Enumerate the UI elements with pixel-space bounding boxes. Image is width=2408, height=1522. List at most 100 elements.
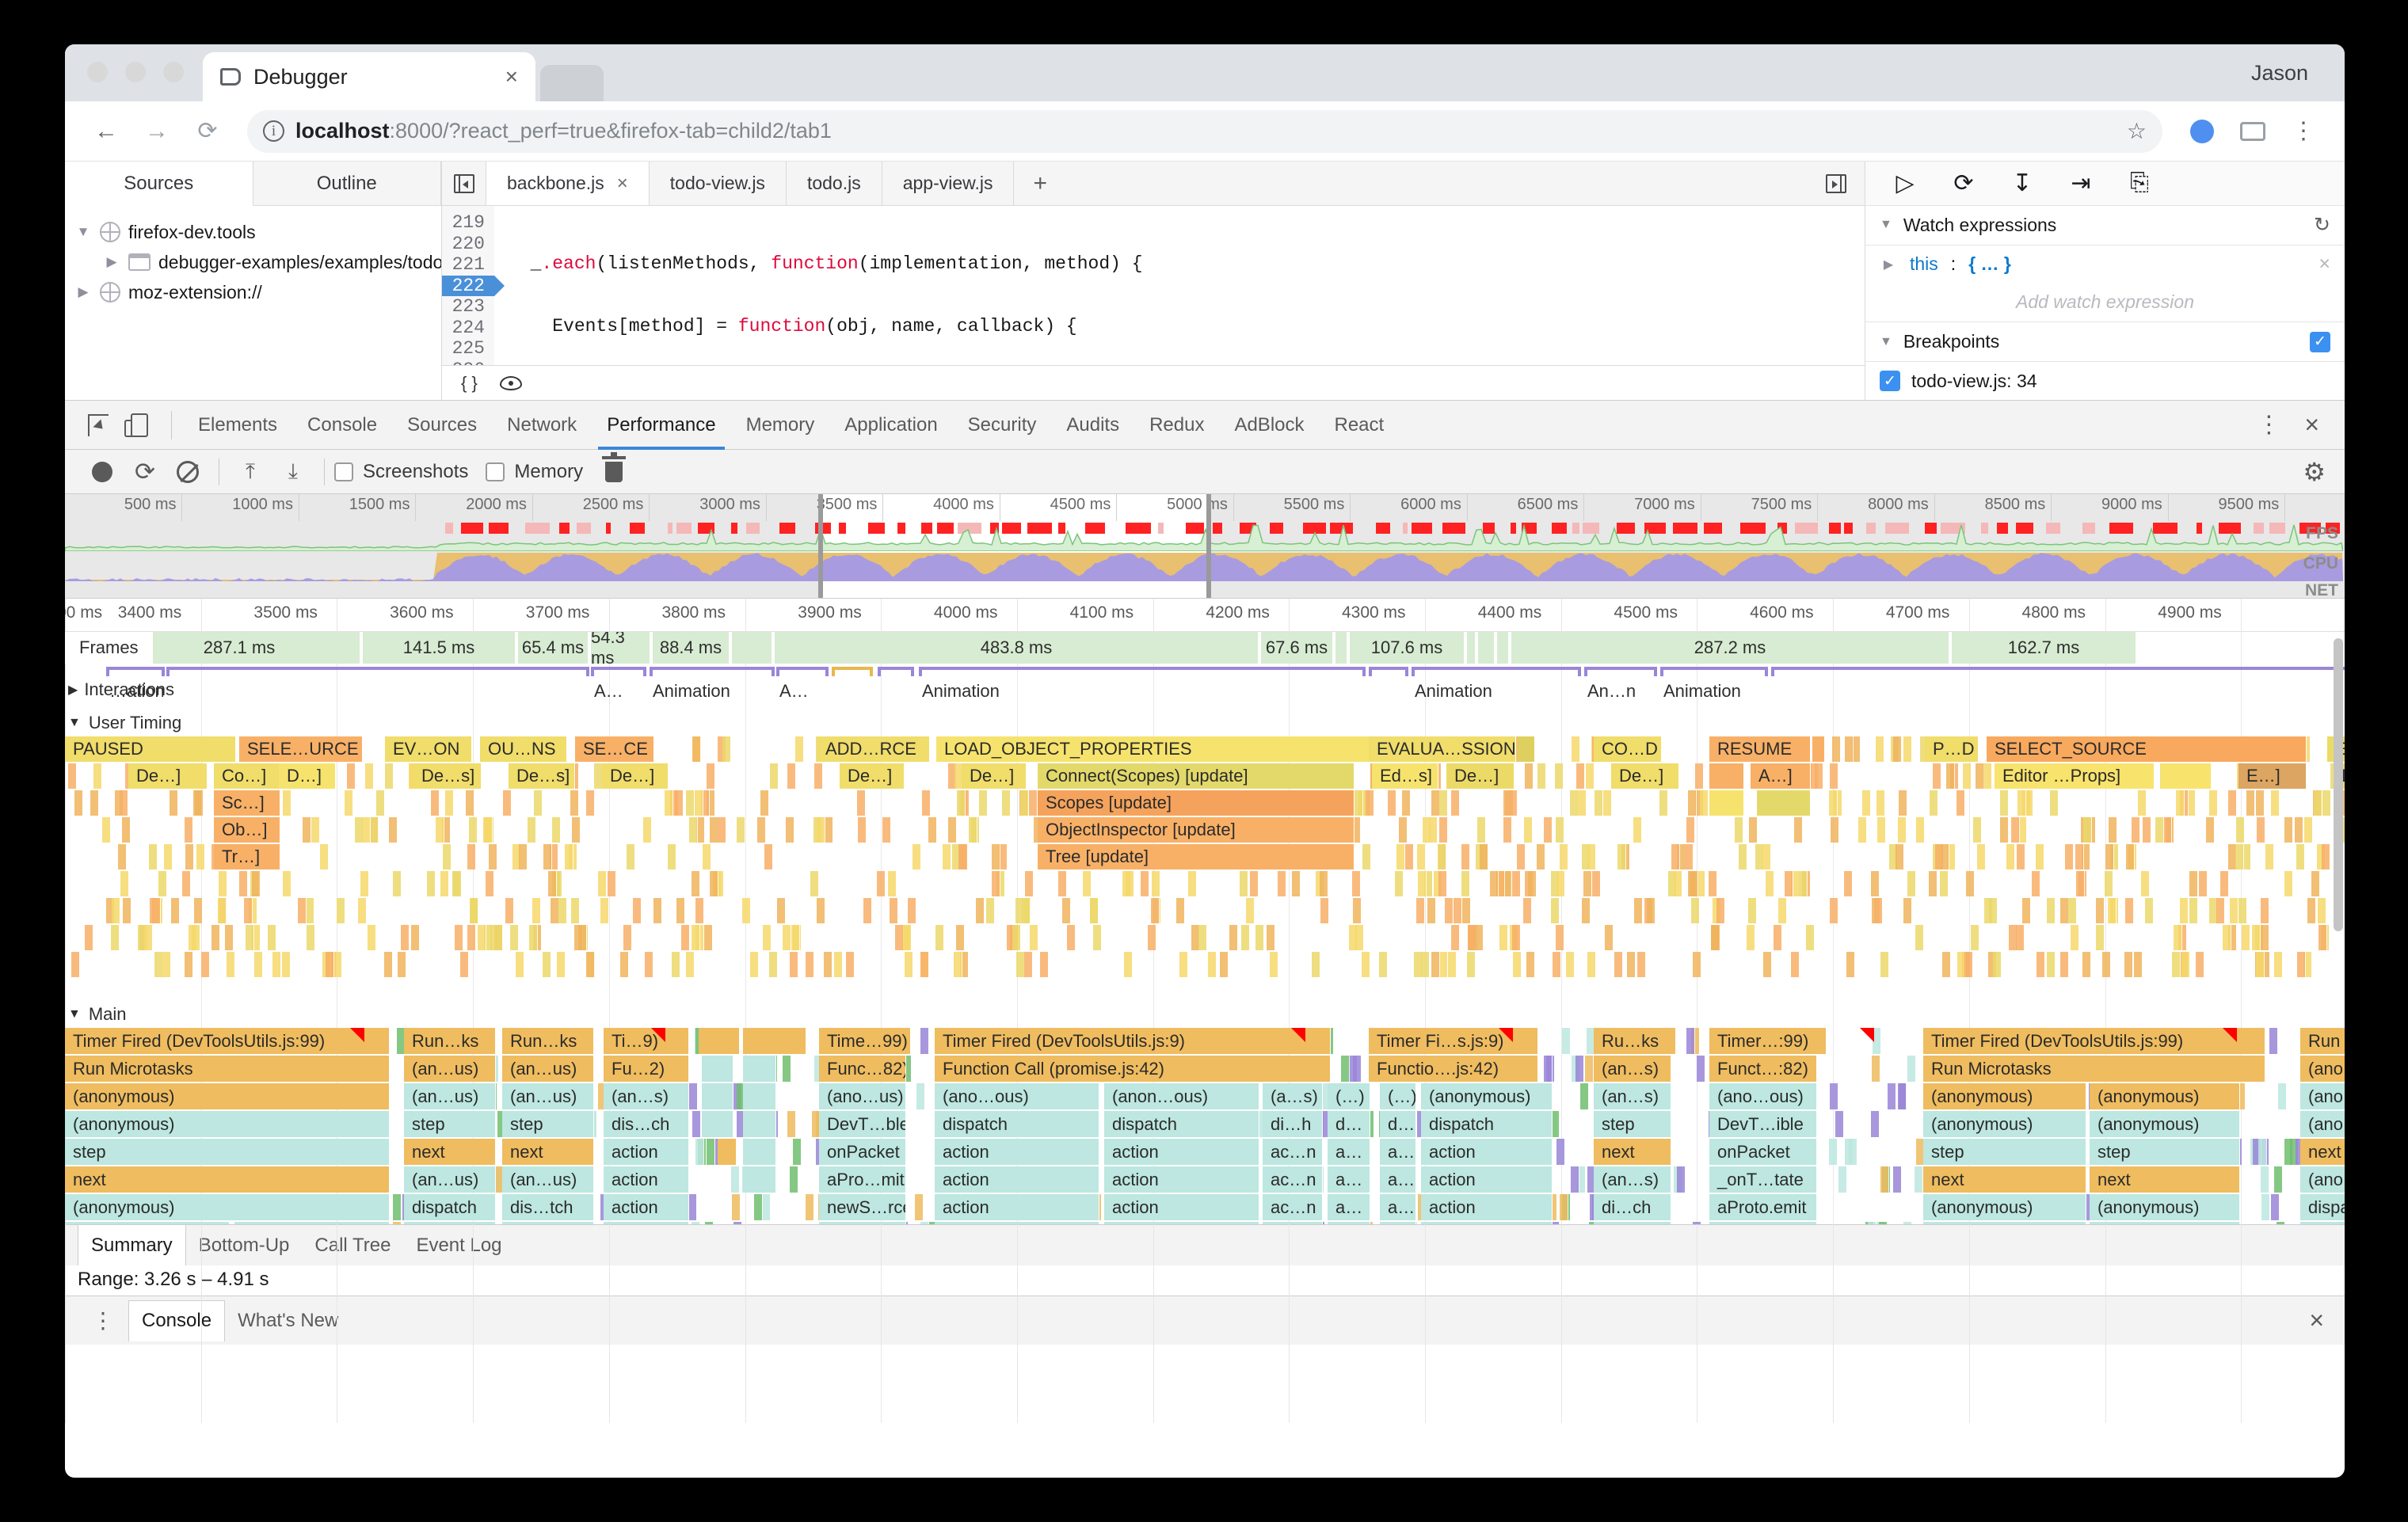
breakpoints-header[interactable]: ▼ Breakpoints ✓ [1865,322,2345,363]
main-micro-block[interactable] [1872,1056,1880,1082]
main-block[interactable]: next [502,1139,594,1165]
breakpoint-row[interactable]: ✓ todo-view.js: 34 [1865,362,2345,400]
user-timing-micro-block[interactable] [1090,898,1099,923]
user-timing-micro-block[interactable] [2209,790,2218,816]
user-timing-micro-block[interactable] [1566,952,1575,977]
watch-expressions-header[interactable]: ▼ Watch expressions ↻ [1865,205,2345,245]
tab-adblock[interactable]: AdBlock [1219,401,1319,450]
main-block[interactable]: action [935,1194,1099,1220]
interaction-bar[interactable] [1660,667,1768,676]
user-timing-block[interactable]: De…s] [413,763,482,789]
tree-item-firefox-dev-tools[interactable]: ▼ firefox-dev.tools [65,217,441,247]
main-block[interactable]: a… [1328,1139,1370,1165]
main-micro-block[interactable] [762,1194,771,1220]
user-timing-micro-block[interactable] [1431,952,1440,977]
main-block[interactable]: action [604,1222,689,1224]
user-timing-micro-block[interactable] [1739,844,1747,869]
user-timing-micro-block[interactable] [686,952,695,977]
user-timing-block[interactable]: OU…NS [480,736,567,762]
main-block[interactable]: action [1421,1222,1553,1224]
user-timing-micro-block[interactable] [1977,844,1986,869]
user-timing-micro-block[interactable] [384,952,393,977]
user-timing-micro-block[interactable] [306,898,314,923]
user-timing-micro-block[interactable] [1320,898,1329,923]
frame-block[interactable]: 141.5 ms [363,632,516,664]
main-micro-block[interactable] [1585,1056,1594,1082]
user-timing-micro-block[interactable] [120,871,129,896]
user-timing-micro-block[interactable] [2000,817,2009,843]
user-timing-micro-block[interactable] [824,952,833,977]
user-timing-micro-block[interactable] [467,844,476,869]
twisty-icon[interactable]: ▶ [103,254,120,270]
main-block[interactable]: ac…n [1263,1139,1323,1165]
main-block[interactable]: (anonymous) [65,1083,390,1109]
user-timing-micro-block[interactable] [1352,871,1361,896]
user-timing-block[interactable]: De…] [602,763,669,789]
user-timing-micro-block[interactable] [578,925,587,950]
user-timing-block[interactable]: De…] [840,763,905,789]
user-timing-micro-block[interactable] [2176,790,2185,816]
tab-summary[interactable]: Summary [78,1224,186,1266]
chevron-down-icon[interactable]: ▼ [1880,335,1892,349]
user-timing-micro-block[interactable] [1388,790,1396,816]
user-timing-micro-block[interactable] [311,817,320,843]
user-timing-micro-block[interactable] [1524,817,1533,843]
user-timing-micro-block[interactable] [427,871,436,896]
pause-on-exceptions-icon[interactable]: ⎘ [2124,167,2155,199]
main-micro-block[interactable] [1353,1056,1362,1082]
main-micro-block[interactable] [916,1083,925,1109]
main-micro-block[interactable] [1560,1194,1568,1220]
user-timing-micro-block[interactable] [905,952,913,977]
user-timing-micro-block[interactable] [111,925,120,950]
main-block[interactable]: di…h [1263,1111,1323,1137]
user-timing-micro-block[interactable] [1830,763,1838,789]
user-timing-micro-block[interactable] [1040,952,1049,977]
user-timing-micro-block[interactable] [1512,925,1521,950]
user-timing-block[interactable]: PAUSED [65,736,236,762]
user-timing-micro-block[interactable] [118,844,127,869]
main-block[interactable]: next [65,1166,390,1193]
user-timing-micro-block[interactable] [303,817,311,843]
user-timing-micro-block[interactable] [1806,925,1815,950]
user-timing-micro-block[interactable] [1749,817,1758,843]
main-block[interactable]: action [1421,1166,1553,1193]
user-timing-block[interactable]: RESUME [1709,736,1811,762]
user-timing-micro-block[interactable] [2022,898,2031,923]
user-timing-block[interactable]: ADD…RCE [817,736,930,762]
user-timing-micro-block[interactable] [1402,790,1411,816]
user-timing-micro-block[interactable] [2082,952,2091,977]
user-timing-micro-block[interactable] [704,925,713,950]
devtools-close-icon[interactable]: × [2295,410,2329,439]
user-timing-micro-block[interactable] [2297,952,2306,977]
main-block[interactable] [743,1111,776,1137]
interaction-bar[interactable] [591,667,646,676]
user-timing-micro-block[interactable] [93,763,102,789]
main-micro-block[interactable] [692,1111,701,1137]
main-block[interactable]: step [1923,1139,2086,1165]
frame-block[interactable] [1335,632,1348,664]
twisty-icon[interactable]: ▼ [74,224,92,240]
tab-sources[interactable]: Sources [65,162,253,206]
user-timing-micro-block[interactable] [548,871,557,896]
browser-tab-debugger[interactable]: Debugger × [203,52,535,101]
main-block[interactable]: Functio….js:42) [1369,1056,1538,1082]
breakpoint-checkbox[interactable]: ✓ [1880,371,1900,392]
user-timing-micro-block[interactable] [1416,898,1425,923]
main-block[interactable]: ac…n [1263,1194,1323,1220]
user-timing-micro-block[interactable] [1427,898,1436,923]
user-timing-micro-block[interactable] [1148,925,1156,950]
main-block[interactable] [743,1028,806,1054]
user-timing-micro-block[interactable] [1208,952,1217,977]
user-timing-micro-block[interactable] [1674,871,1682,896]
user-timing-micro-block[interactable] [969,817,977,843]
user-timing-micro-block[interactable] [877,871,886,896]
user-timing-micro-block[interactable] [1278,871,1286,896]
main-micro-block[interactable] [1575,1056,1584,1082]
main-micro-block[interactable] [2278,1083,2287,1109]
user-timing-block[interactable] [2161,763,2212,789]
interaction-bar[interactable] [1412,667,1581,676]
user-timing-micro-block[interactable] [2295,817,2303,843]
step-out-icon[interactable]: ⇥ [2065,167,2097,199]
drawer-menu-icon[interactable]: ⋮ [78,1309,128,1330]
frame-block[interactable]: 162.7 ms [1952,632,2137,664]
